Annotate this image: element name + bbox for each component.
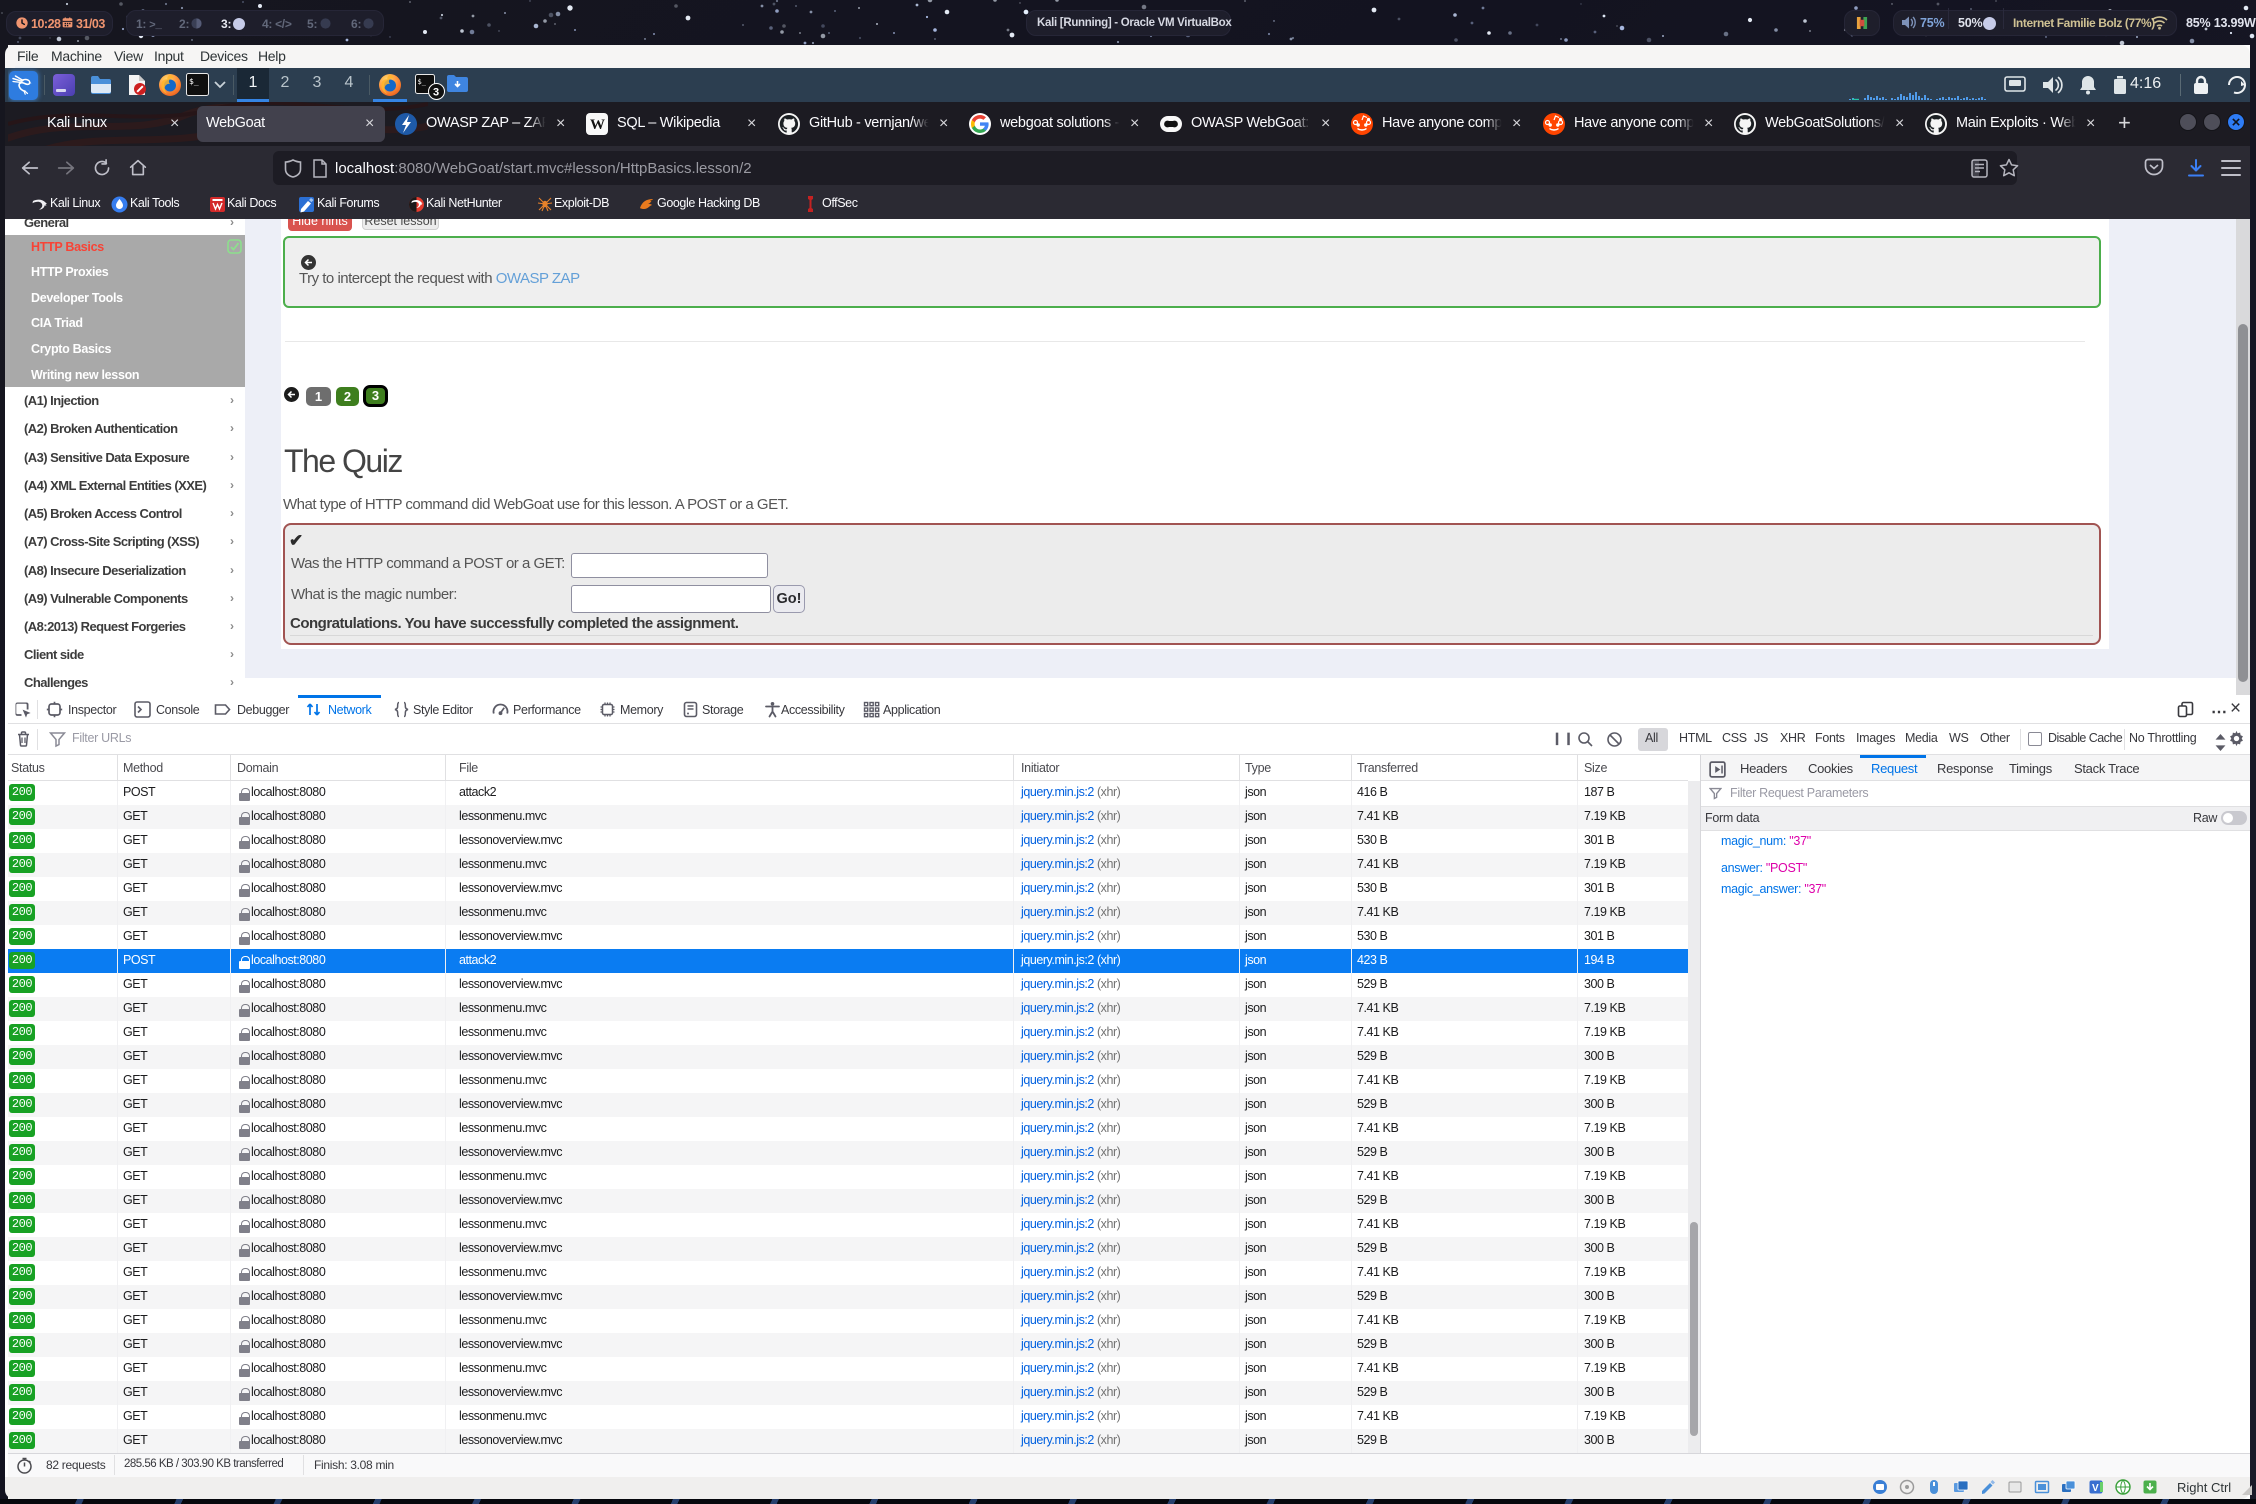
svg-text:$_: $_ xyxy=(418,78,427,86)
svg-text:W: W xyxy=(590,117,605,133)
svg-text:$_: $_ xyxy=(189,77,199,86)
svg-text:V: V xyxy=(2092,1483,2099,1494)
svg-text:3: 3 xyxy=(433,87,439,99)
